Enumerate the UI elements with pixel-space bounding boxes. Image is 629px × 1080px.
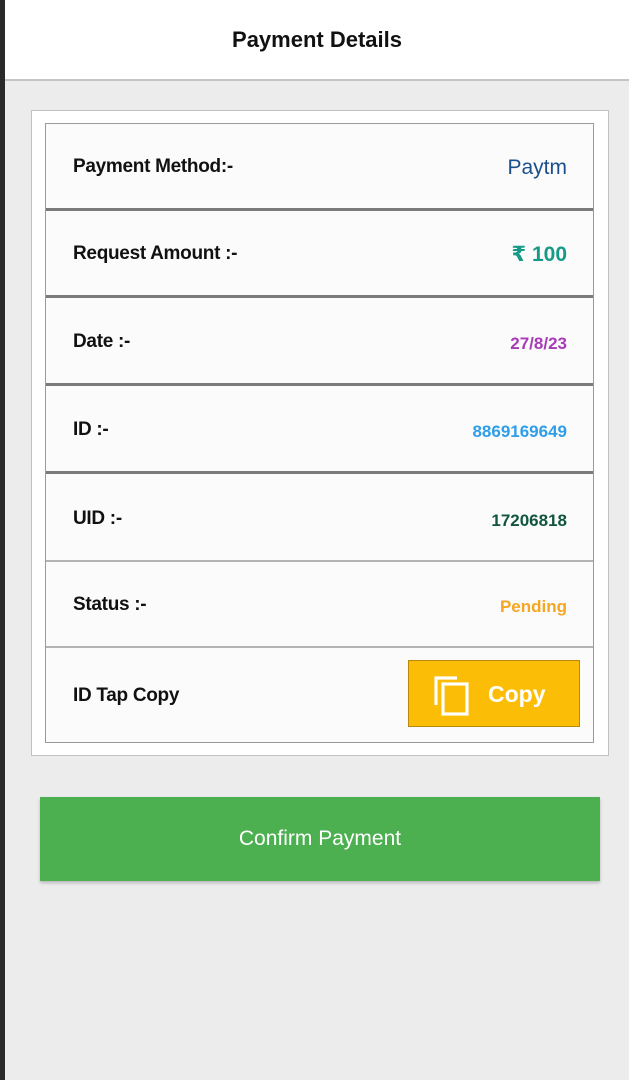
app-header: Payment Details bbox=[5, 0, 629, 81]
id-label: ID :- bbox=[73, 419, 109, 440]
date-row: Date :- 27/8/23 bbox=[46, 298, 593, 384]
id-value: 8869169649 bbox=[472, 422, 567, 441]
request-amount-label: Request Amount :- bbox=[73, 243, 238, 264]
payment-method-label: Payment Method:- bbox=[73, 156, 233, 177]
payment-method-row: Payment Method:- Paytm bbox=[46, 124, 593, 210]
copy-button[interactable]: Copy bbox=[408, 660, 580, 727]
date-value: 27/8/23 bbox=[510, 334, 567, 353]
window-edge bbox=[0, 0, 5, 1080]
page-title: Payment Details bbox=[232, 26, 402, 52]
date-label: Date :- bbox=[73, 331, 131, 352]
copy-button-label: Copy bbox=[488, 681, 546, 707]
id-row: ID :- 8869169649 bbox=[46, 386, 593, 472]
uid-value: 17206818 bbox=[491, 511, 567, 530]
status-label: Status :- bbox=[73, 594, 147, 615]
request-amount-row: Request Amount :- ₹ 100 bbox=[46, 211, 593, 297]
copy-row-label: ID Tap Copy bbox=[73, 685, 180, 706]
confirm-payment-label: Confirm Payment bbox=[238, 827, 402, 850]
confirm-payment-button[interactable]: Confirm Payment bbox=[40, 797, 600, 881]
status-badge: Pending bbox=[499, 597, 567, 616]
request-amount-value: ₹ 100 bbox=[511, 243, 567, 266]
payment-method-value: Paytm bbox=[507, 156, 567, 179]
uid-row: UID :- 17206818 bbox=[46, 474, 593, 560]
copy-icon bbox=[434, 676, 469, 716]
status-row: Status :- Pending bbox=[46, 562, 593, 646]
uid-label: UID :- bbox=[73, 508, 122, 529]
details-card: Payment Method:- Paytm Request Amount :-… bbox=[45, 123, 594, 743]
